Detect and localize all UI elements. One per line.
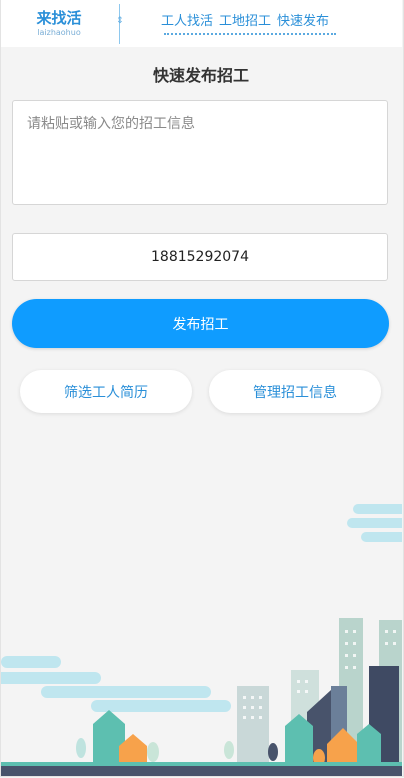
city-skyline-illustration (1, 504, 402, 776)
ground (1, 766, 402, 776)
divider-knot-icon: ⇕ (116, 16, 124, 26)
nav-worker-find-job[interactable]: 工人找活 (161, 14, 213, 29)
ground-highlight (1, 762, 402, 766)
top-nav: 工人找活 工地招工 快速发布 (161, 10, 335, 29)
cloud-right (347, 504, 402, 542)
nav-site-recruit[interactable]: 工地招工 (219, 14, 271, 29)
brand-subtitle: laizhaohuo (37, 28, 81, 37)
recruit-content-input[interactable] (12, 100, 388, 205)
brand-title: 来找活 (36, 9, 82, 27)
top-header: 来找活 laizhaohuo ⇕ 工人找活 工地招工 快速发布 (1, 0, 402, 47)
nav-dotted-rail (164, 33, 336, 38)
cloud-left (1, 656, 231, 712)
nav-quick-publish[interactable]: 快速发布 (277, 14, 329, 29)
brand-logo[interactable]: 来找活 laizhaohuo (31, 9, 87, 38)
manage-recruit-button[interactable]: 管理招工信息 (209, 370, 381, 413)
page-title: 快速发布招工 (152, 66, 249, 85)
filter-resume-button[interactable]: 筛选工人简历 (20, 370, 192, 413)
phone-input[interactable] (12, 233, 388, 281)
publish-button[interactable]: 发布招工 (12, 299, 389, 348)
